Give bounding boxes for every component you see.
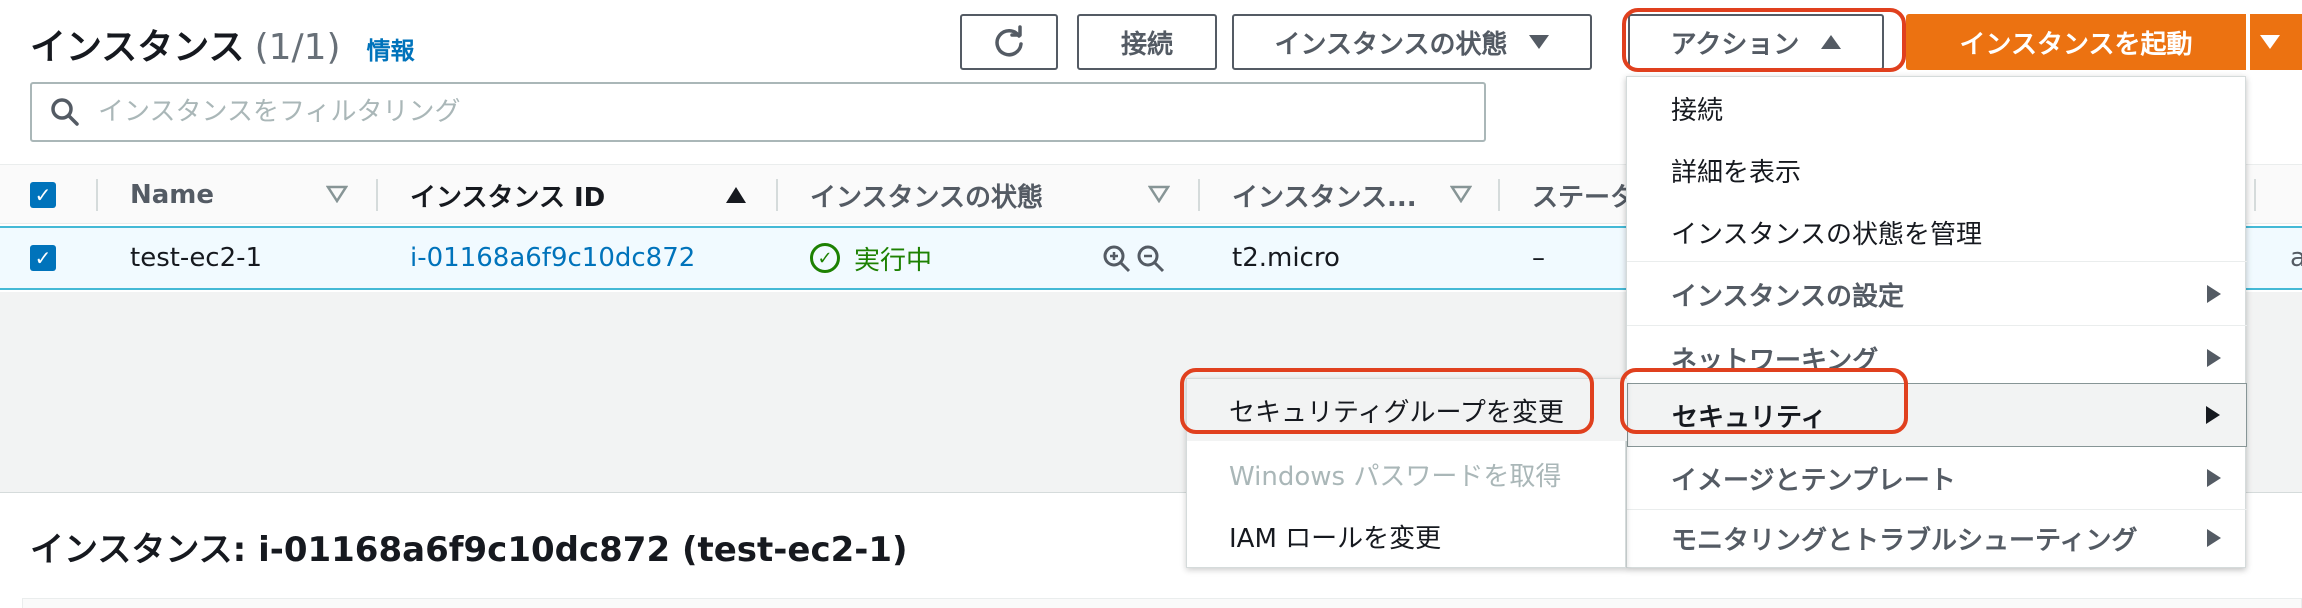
cell-truncated: a [2290,243,2302,273]
menu-item-manage-state[interactable]: インスタンスの状態を管理 [1627,201,2247,263]
launch-options-button[interactable] [2250,14,2302,70]
chevron-right-icon [2207,469,2221,487]
submenu-item-change-security-groups[interactable]: セキュリティグループを変更 [1187,379,1627,441]
connect-button-label: 接続 [1120,29,1173,60]
refresh-icon [995,25,1023,57]
caret-down-icon [2260,35,2280,49]
sort-icon[interactable] [1148,185,1170,203]
column-divider [2254,179,2256,211]
cell-instance-id-link[interactable]: i-01168a6f9c10dc872 [410,228,695,288]
caret-up-icon [1821,35,1842,49]
actions-button[interactable]: アクション [1628,14,1884,70]
details-tabs-area [22,598,2302,608]
security-submenu: セキュリティグループを変更 Windows パスワードを取得 IAM ロールを変… [1186,378,1627,568]
check-circle-icon: ✓ [810,243,840,273]
launch-instance-button-label: インスタンスを起動 [1959,29,2193,60]
chevron-right-icon [2207,529,2221,547]
caret-down-icon [1529,35,1550,49]
page-header: インスタンス (1/1) 情報 [30,18,415,68]
zoom-in-icon[interactable] [1102,244,1132,274]
column-divider [1498,179,1500,211]
column-divider [1198,179,1200,211]
chevron-right-icon [2207,349,2221,367]
column-divider [96,179,98,211]
actions-button-label: アクション [1670,29,1800,60]
actions-menu: 接続 詳細を表示 インスタンスの状態を管理 インスタンスの設定 ネットワーキング… [1626,76,2247,569]
filter-search-box[interactable] [30,82,1486,142]
cell-status-check: – [1532,243,1545,273]
select-all-checkbox[interactable]: ✓ [30,182,56,208]
instance-count: (1/1) [254,27,341,68]
menu-item-instance-settings[interactable]: インスタンスの設定 [1627,263,2247,325]
column-divider [376,179,378,211]
info-link[interactable]: 情報 [367,31,415,66]
submenu-item-modify-iam-role[interactable]: IAM ロールを変更 [1187,505,1627,567]
refresh-button[interactable] [960,14,1058,70]
menu-item-security[interactable]: セキュリティ [1627,383,2247,447]
zoom-out-icon[interactable] [1136,244,1166,274]
state-text: 実行中 [854,245,933,276]
launch-instance-button[interactable]: インスタンスを起動 [1906,14,2246,70]
connect-button[interactable]: 接続 [1077,14,1217,70]
menu-item-monitoring-troubleshooting[interactable]: モニタリングとトラブルシューティング [1627,507,2247,569]
menu-divider [1627,325,2247,326]
column-header-instance-type[interactable]: インスタンス... [1232,165,1417,225]
sort-icon[interactable] [326,185,348,203]
column-divider [776,179,778,211]
chevron-right-icon [2207,285,2221,303]
instance-state-button-label: インスタンスの状態 [1274,29,1508,60]
menu-item-view-details[interactable]: 詳細を表示 [1627,139,2247,201]
instance-state-button[interactable]: インスタンスの状態 [1232,14,1592,70]
menu-item-images-templates[interactable]: イメージとテンプレート [1627,447,2247,509]
search-input[interactable] [98,97,1398,127]
submenu-item-get-windows-password: Windows パスワードを取得 [1229,461,1562,492]
column-header-instance-id[interactable]: インスタンス ID [410,165,605,225]
column-header-status-check[interactable]: ステータ [1532,165,1636,225]
cell-instance-type: t2.micro [1232,243,1340,273]
sort-icon[interactable] [1450,185,1472,203]
sort-ascending-icon[interactable] [726,187,746,203]
row-checkbox[interactable]: ✓ [30,245,56,271]
page-title: インスタンス [30,27,245,68]
search-icon [51,98,79,126]
column-header-instance-state[interactable]: インスタンスの状態 [810,165,1043,225]
cell-name: test-ec2-1 [130,243,263,273]
menu-item-networking[interactable]: ネットワーキング [1627,327,2247,389]
column-header-name[interactable]: Name [130,165,214,225]
chevron-right-icon [2206,406,2220,424]
details-title: インスタンス: i-01168a6f9c10dc872 (test-ec2-1) [30,530,908,570]
cell-instance-state: ✓ 実行中 [810,228,932,288]
menu-item-connect[interactable]: 接続 [1627,77,2247,139]
menu-divider [1627,261,2247,262]
